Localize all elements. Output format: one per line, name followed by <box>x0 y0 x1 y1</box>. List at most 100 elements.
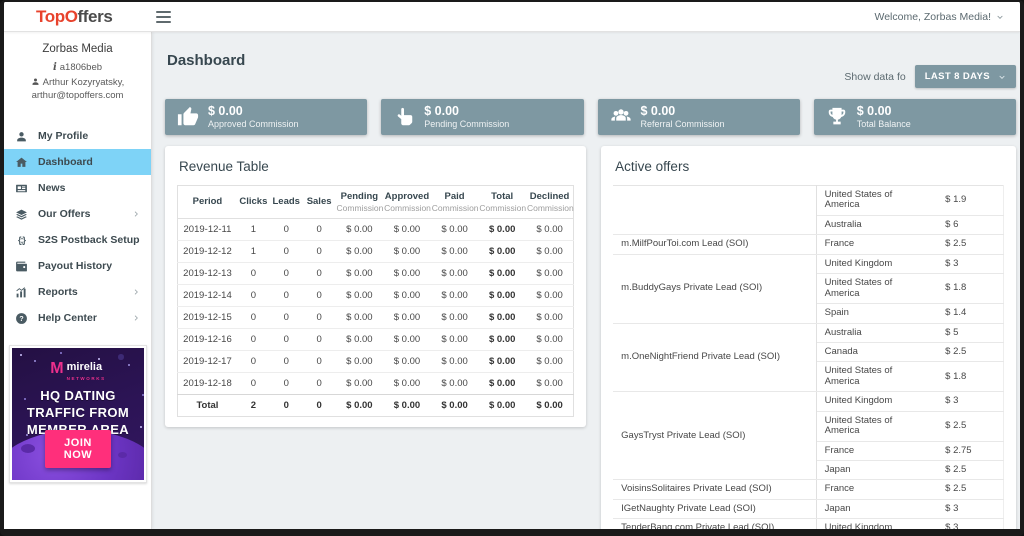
revenue-cell: 1 <box>236 239 270 262</box>
active-offers-title: Active offers <box>615 159 690 174</box>
offer-payout-cell: $ 1.8 <box>937 273 1004 305</box>
revenue-cell: 2019-12-15 <box>177 305 237 328</box>
help-icon: ? <box>15 312 28 325</box>
profile-name: Arthur Kozyryatsky, <box>42 76 125 88</box>
offer-payout-cell: $ 3 <box>937 391 1004 412</box>
revenue-col-header: Paid Commission <box>430 185 479 219</box>
offer-payout-cell: $ 3 <box>937 499 1004 520</box>
revenue-cell: $ 0.00 <box>525 261 574 284</box>
welcome-text: Welcome, Zorbas Media! <box>874 10 991 23</box>
revenue-cell: 0 <box>302 305 336 328</box>
revenue-cell: 0 <box>302 261 336 284</box>
chevron-down-icon <box>998 73 1006 81</box>
brand-logo[interactable]: TopOffers <box>36 7 113 26</box>
offer-country-cell: Australia <box>816 215 938 236</box>
revenue-cell: $ 0.00 <box>335 283 384 306</box>
hamburger-icon[interactable] <box>156 10 172 23</box>
sidebar-item-payout-history[interactable]: Payout History <box>4 253 151 279</box>
ad-headline-line1: HQ DATING <box>40 388 116 404</box>
user-menu[interactable]: Welcome, Zorbas Media! <box>874 11 1004 23</box>
profile-email: arthur@topoffers.com <box>31 90 124 102</box>
revenue-cell: $ 0.00 <box>383 327 431 350</box>
revenue-cell: $ 0.00 <box>478 217 526 240</box>
revenue-cell: $ 0.00 <box>335 217 384 240</box>
main-content: Dashboard Show data fo LAST 8 DAYS $ 0.0… <box>153 32 1020 529</box>
revenue-cell: 0 <box>236 327 270 350</box>
stat-card-pending-commission: $ 0.00 Pending Commission <box>381 99 584 135</box>
revenue-col-header: Total Commission <box>478 185 526 219</box>
revenue-cell: $ 0.00 <box>525 239 574 262</box>
revenue-cell: $ 0.00 <box>478 283 526 306</box>
offer-row: TenderBang.com Private Lead (SOI) United … <box>613 518 1004 529</box>
sidebar-item-dashboard[interactable]: Dashboard <box>4 149 151 176</box>
payout-icon <box>15 260 28 273</box>
revenue-cell: $ 0.00 <box>478 239 526 262</box>
postback-icon: {;} <box>17 235 26 246</box>
revenue-cell: 2019-12-18 <box>177 371 237 394</box>
home-icon <box>15 156 28 169</box>
sidebar-item-news[interactable]: News <box>4 175 151 201</box>
trophy-icon <box>826 106 848 128</box>
revenue-cell: 0 <box>302 349 336 372</box>
sidebar-item-label: Help Center <box>38 312 97 325</box>
stat-label: Pending Commission <box>424 119 510 130</box>
revenue-cell: 2019-12-12 <box>177 239 237 262</box>
offer-country-cell: France <box>816 441 938 462</box>
sidebar-item-label: Dashboard <box>38 156 93 169</box>
revenue-cell: $ 0.00 <box>383 261 431 284</box>
offer-country-cell: United Kingdom <box>816 391 938 412</box>
stat-card-total-balance: $ 0.00 Total Balance <box>813 99 1016 135</box>
sidebar: Zorbas Media i a1806beb Arthur Kozyryatsk… <box>4 32 152 529</box>
revenue-cell: $ 0.00 <box>525 349 574 372</box>
offer-payout-cell: $ 2.75 <box>937 441 1004 462</box>
sidebar-item-reports[interactable]: Reports <box>4 279 151 305</box>
revenue-cell: 0 <box>302 283 336 306</box>
sidebar-item-our-offers[interactable]: Our Offers <box>4 201 151 227</box>
mirelia-m-icon: M <box>50 359 64 377</box>
sidebar-item-label: My Profile <box>38 130 89 143</box>
offer-country-cell: United States of America <box>816 361 938 393</box>
revenue-cell: $ 0.00 <box>478 393 526 416</box>
revenue-cell: $ 0.00 <box>430 217 479 240</box>
offer-payout-cell: $ 3 <box>937 254 1004 275</box>
revenue-col-header: Approved Commission <box>383 185 431 219</box>
revenue-cell: 0 <box>302 371 336 394</box>
sidebar-item-label: News <box>38 182 66 195</box>
revenue-cell: $ 0.00 <box>430 305 479 328</box>
person-icon <box>15 130 28 143</box>
revenue-cell: 0 <box>269 305 303 328</box>
ad-stars-decor <box>20 354 22 357</box>
offer-name-cell: GaysTryst Private Lead (SOI) <box>613 391 817 481</box>
brand-logo-rest: ffers <box>77 7 113 26</box>
revenue-cell: 2019-12-17 <box>177 349 237 372</box>
ad-banner[interactable]: M mirelia NETWORKS HQ DATING TRAFFIC FRO… <box>9 345 147 484</box>
stat-cards-row: $ 0.00 Approved Commission $ 0.00 Pending C… <box>165 99 1016 135</box>
stat-card-approved-commission: $ 0.00 Approved Commission <box>165 99 368 135</box>
revenue-cell: 0 <box>269 327 303 350</box>
revenue-cell: $ 0.00 <box>430 327 479 350</box>
mirelia-sub: NETWORKS <box>66 376 106 382</box>
sidebar-item-help-center[interactable]: ? Help Center <box>4 305 151 331</box>
offer-row: IGetNaughty Private Lead (SOI) Japan $ 3 <box>613 499 1004 520</box>
table-row: 2019-12-18 0 0 0 $ 0.00 $ 0.00 $ 0.00 $ 0.00 $ 0… <box>177 371 574 394</box>
chevron-right-icon <box>132 314 140 322</box>
sidebar-item-s2s-postback-setup[interactable]: {;} S2S Postback Setup <box>4 227 151 253</box>
revenue-cell: $ 0.00 <box>525 327 574 350</box>
join-now-button[interactable]: JOIN NOW <box>45 430 111 469</box>
active-offers-panel: Active offers United States of America $ … <box>601 146 1016 529</box>
sidebar-item-my-profile[interactable]: My Profile <box>4 123 151 149</box>
revenue-col-header: Leads <box>269 185 303 219</box>
offer-country-cell: France <box>816 234 938 255</box>
revenue-cell: $ 0.00 <box>525 305 574 328</box>
revenue-cell: 0 <box>236 349 270 372</box>
revenue-cell: $ 0.00 <box>478 371 526 394</box>
chevron-down-icon <box>996 13 1004 21</box>
stat-card-referral-commission: $ 0.00 Referral Commission <box>597 99 800 135</box>
revenue-cell: $ 0.00 <box>383 393 431 416</box>
offer-payout-cell: $ 6 <box>937 215 1004 236</box>
date-range-dropdown[interactable]: LAST 8 DAYS <box>914 65 1016 88</box>
revenue-cell: $ 0.00 <box>383 283 431 306</box>
stat-label: Referral Commission <box>640 119 725 130</box>
offer-name-cell <box>613 185 817 236</box>
offer-payout-cell: $ 3 <box>937 518 1004 529</box>
